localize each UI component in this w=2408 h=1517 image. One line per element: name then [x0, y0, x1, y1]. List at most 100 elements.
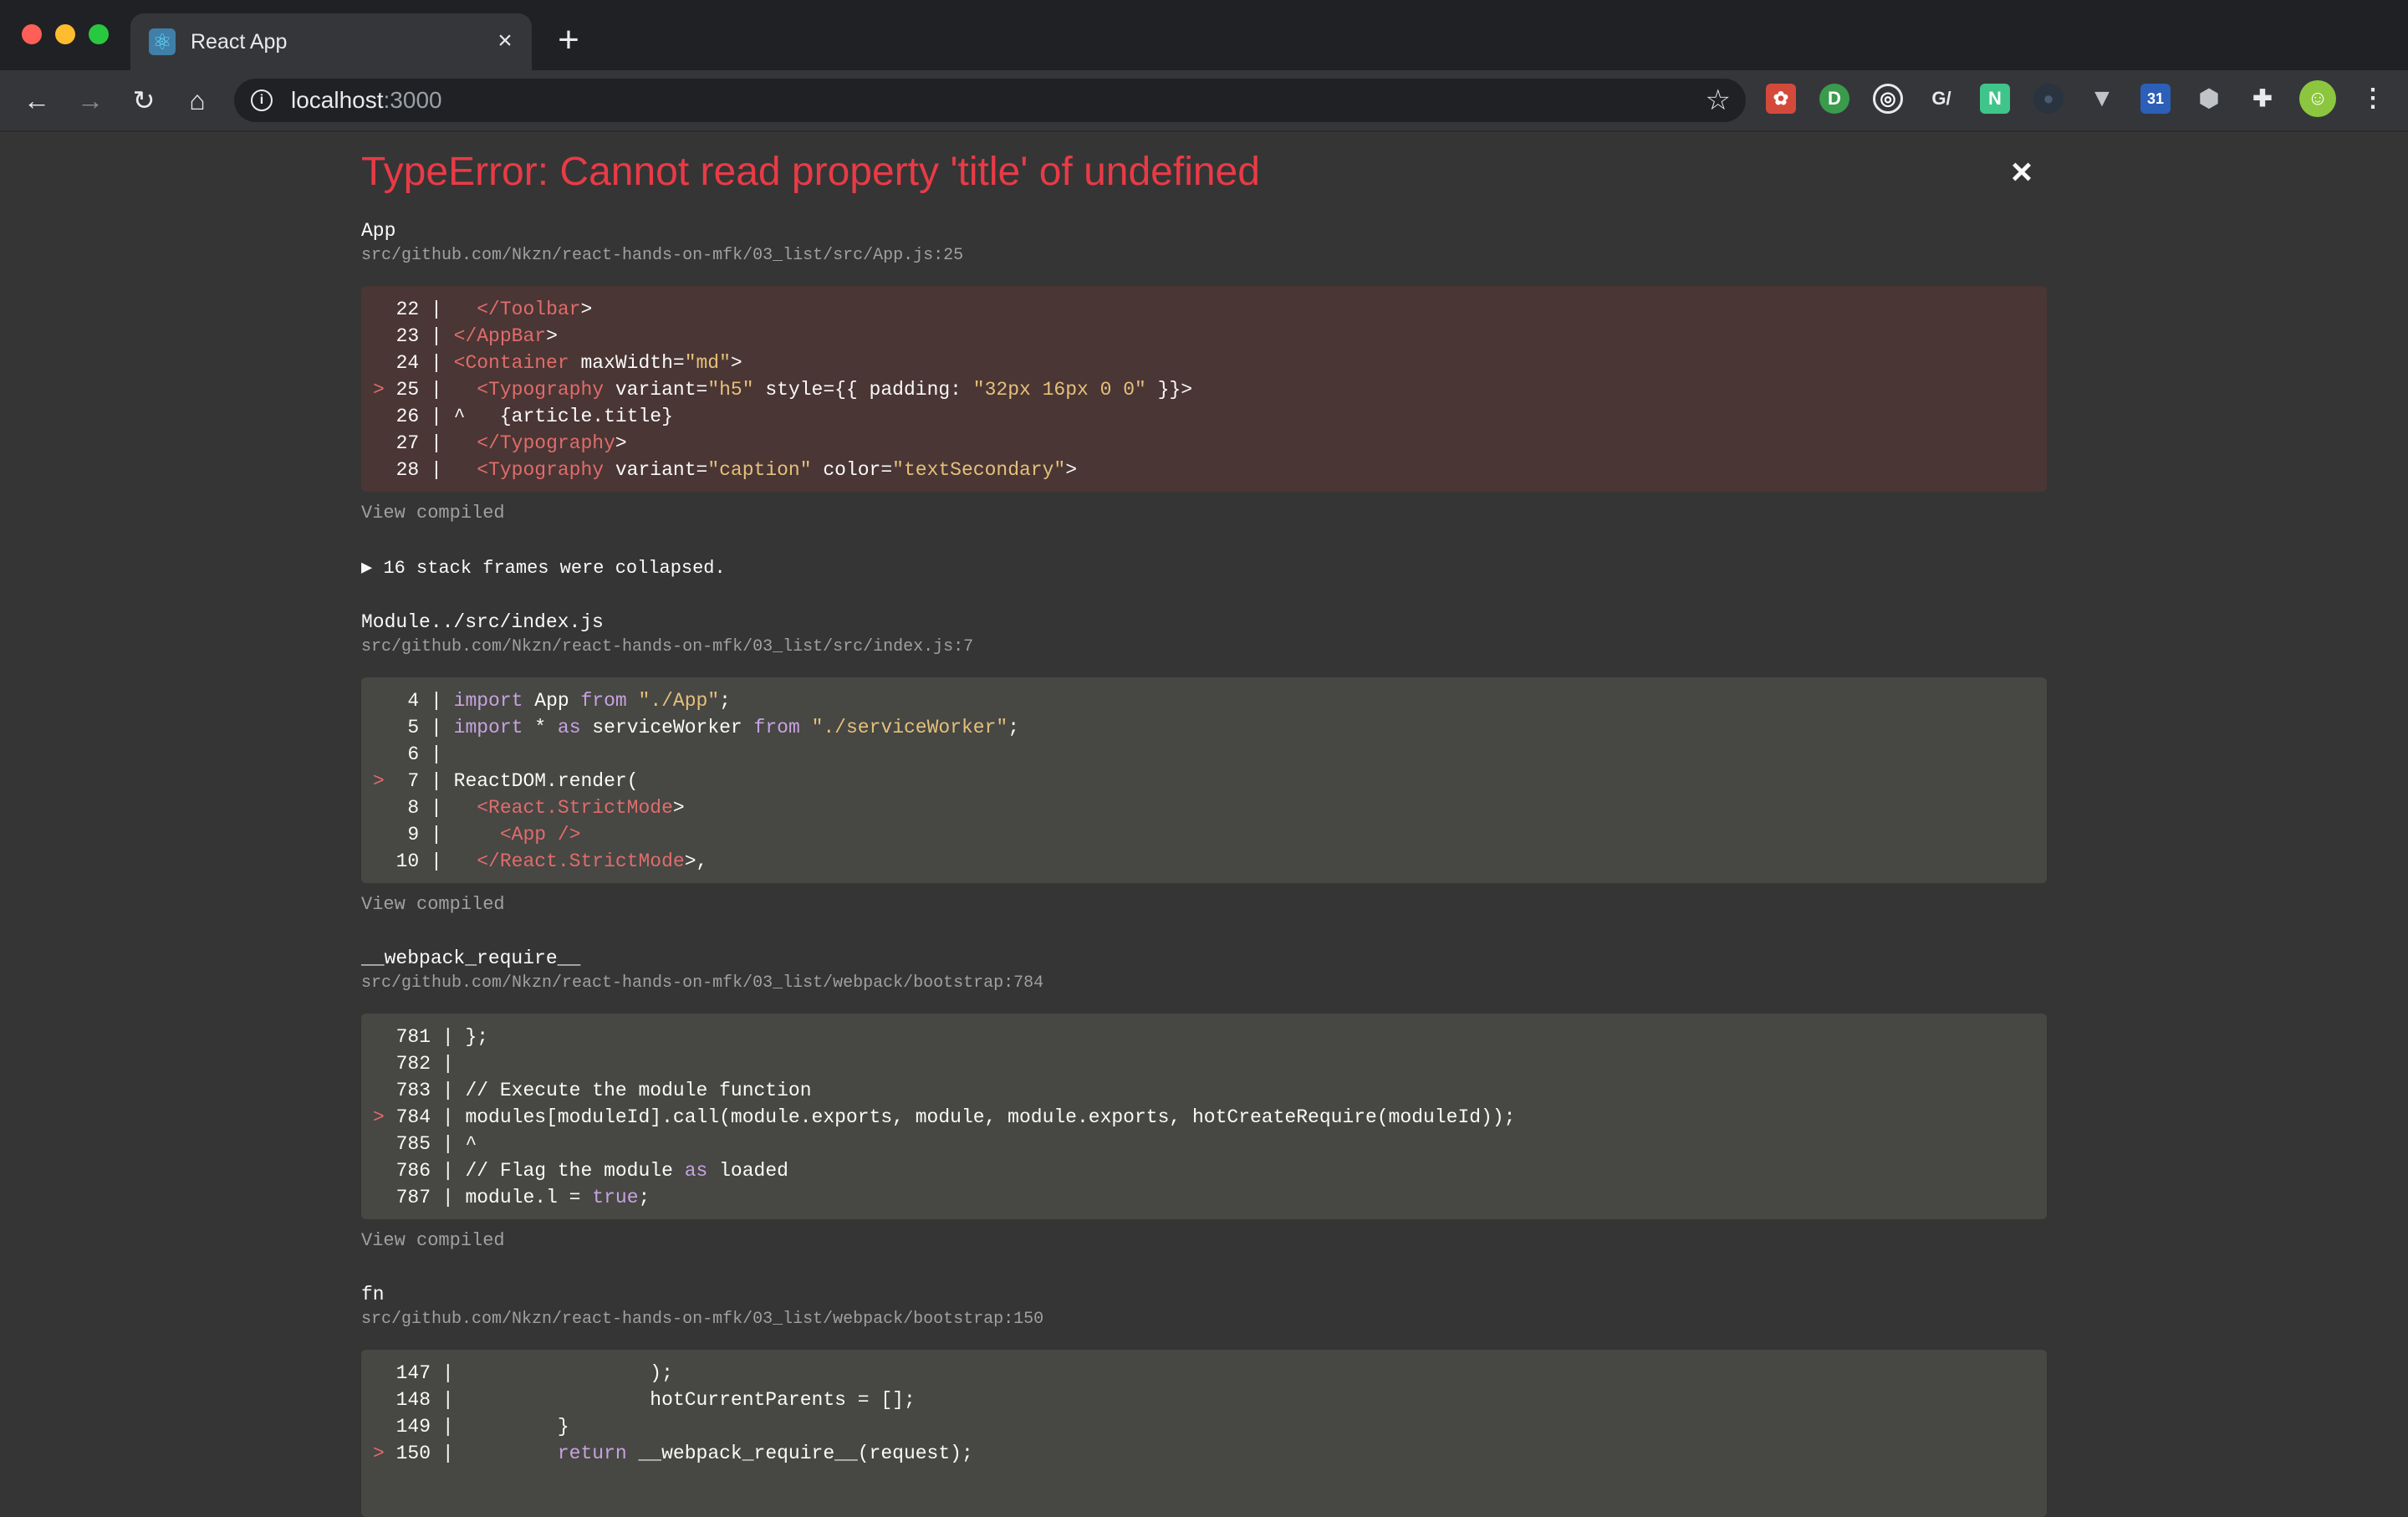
frame-function-name: __webpack_require__ — [361, 947, 581, 969]
line-marker — [373, 717, 396, 738]
frame-function-name: Module../src/index.js — [361, 611, 604, 633]
address-bar[interactable]: i localhost:3000 ☆ — [234, 79, 1746, 122]
line-number: 26 — [395, 406, 420, 427]
line-number: 22 — [395, 299, 420, 320]
code-line: 4 | import App from "./App"; — [373, 687, 2035, 714]
line-marker — [373, 459, 396, 481]
frame-location[interactable]: src/github.com/Nkzn/react-hands-on-mfk/0… — [361, 244, 963, 268]
puzzle-icon[interactable]: ✚ — [2247, 84, 2278, 114]
line-code: return __webpack_require__(request); — [557, 1443, 973, 1464]
line-code: </Typography> — [477, 432, 627, 454]
line-code: // Execute the module function — [465, 1080, 812, 1101]
view-compiled-link[interactable]: View compiled — [361, 1228, 505, 1254]
line-code: hotCurrentParents = []; — [465, 1389, 916, 1411]
line-number: 784 — [395, 1106, 431, 1128]
ext-green-d-icon[interactable]: D — [1819, 84, 1849, 114]
react-logo-icon: ⚛ — [149, 28, 176, 55]
line-code: ReactDOM.render( — [453, 770, 639, 792]
code-line: 10 | </React.StrictMode>, — [373, 848, 2035, 875]
ext-dark-circle-icon[interactable]: ● — [2033, 84, 2064, 114]
line-marker — [373, 432, 396, 454]
code-line-highlighted: > 25 | <Typography variant="h5" style={{… — [373, 379, 1193, 401]
line-marker — [373, 1080, 396, 1101]
line-code: // Flag the module as loaded — [465, 1160, 788, 1182]
line-number: 150 — [395, 1443, 431, 1464]
menu-kebab-icon[interactable]: ⋮ — [2358, 84, 2388, 114]
code-line: 27 | </Typography> — [373, 430, 2035, 457]
line-marker: > — [373, 1106, 396, 1128]
info-icon[interactable]: i — [251, 89, 273, 111]
ext-cube-icon[interactable]: ⬢ — [2194, 84, 2224, 114]
forward-arrow-icon[interactable]: → — [74, 84, 107, 117]
ext-notion-n-icon[interactable]: N — [1980, 84, 2010, 114]
code-line: 22 | </Toolbar> — [373, 296, 2035, 323]
line-marker — [373, 406, 396, 427]
line-number: 24 — [395, 352, 420, 374]
frame-function-name: fn — [361, 1284, 385, 1305]
line-marker: > — [373, 379, 396, 401]
code-line: 148 | hotCurrentParents = []; — [373, 1387, 2035, 1413]
frame-location[interactable]: src/github.com/Nkzn/react-hands-on-mfk/0… — [361, 636, 973, 659]
ext-red-icon[interactable]: ✿ — [1766, 84, 1796, 114]
code-line-highlighted: > 150 | return __webpack_require__(reque… — [373, 1443, 973, 1464]
line-marker — [373, 1133, 396, 1155]
close-window-button[interactable] — [22, 24, 42, 44]
code-line: 9 | <App /> — [373, 821, 2035, 848]
line-marker — [373, 1187, 396, 1208]
browser-tab[interactable]: ⚛ React App × — [130, 13, 532, 70]
line-number: 783 — [395, 1080, 431, 1101]
code-line: 23 | </AppBar> — [373, 323, 2035, 350]
line-number: 785 — [395, 1133, 431, 1155]
line-number: 23 — [395, 325, 420, 347]
line-code: <Container maxWidth="md"> — [453, 352, 742, 374]
line-marker — [373, 1389, 396, 1411]
collapsed-frames-toggle[interactable]: ▶ 16 stack frames were collapsed. — [361, 555, 726, 582]
line-marker: > — [373, 770, 396, 792]
code-line: 786 | // Flag the module as loaded — [373, 1157, 2035, 1184]
frame-location[interactable]: src/github.com/Nkzn/react-hands-on-mfk/0… — [361, 972, 1043, 995]
profile-avatar-icon[interactable]: ☺ — [2299, 80, 2336, 117]
error-title: TypeError: Cannot read property 'title' … — [361, 150, 1260, 194]
bookmark-star-icon[interactable]: ☆ — [1706, 85, 1731, 115]
url-port: :3000 — [383, 87, 442, 113]
line-number: 4 — [395, 690, 420, 712]
line-code: import * as serviceWorker from "./servic… — [453, 717, 1020, 738]
line-number: 7 — [395, 770, 420, 792]
code-line: 147 | ); — [373, 1360, 2035, 1387]
ext-target-icon[interactable]: ◎ — [1873, 84, 1903, 114]
url-host: localhost — [291, 87, 384, 113]
line-marker — [373, 325, 396, 347]
line-number: 28 — [395, 459, 420, 481]
line-marker — [373, 1416, 396, 1438]
code-line: 781 | }; — [373, 1024, 2035, 1050]
ext-g-icon[interactable]: G/ — [1926, 84, 1956, 114]
code-line: 5 | import * as serviceWorker from "./se… — [373, 714, 2035, 741]
maximize-window-button[interactable] — [89, 24, 109, 44]
line-number: 25 — [395, 379, 420, 401]
view-compiled-link[interactable]: View compiled — [361, 500, 505, 527]
tab-close-icon[interactable]: × — [492, 28, 518, 54]
ext-v-icon[interactable]: ▼ — [2087, 84, 2117, 114]
view-compiled-link[interactable]: View compiled — [361, 891, 505, 918]
frame-location[interactable]: src/github.com/Nkzn/react-hands-on-mfk/0… — [361, 1308, 1043, 1331]
code-line-highlighted: > 784 | modules[moduleId].call(module.ex… — [373, 1106, 1516, 1128]
code-block: 22 | </Toolbar> 23 | </AppBar> 24 | <Con… — [361, 286, 2047, 492]
line-marker — [373, 797, 396, 819]
line-marker — [373, 1160, 396, 1182]
new-tab-button[interactable]: + — [552, 22, 585, 59]
url-text[interactable]: localhost:3000 — [291, 87, 442, 114]
reload-icon[interactable]: ↻ — [127, 84, 161, 117]
home-icon[interactable]: ⌂ — [181, 84, 214, 117]
line-marker — [373, 824, 396, 845]
ext-calendar-icon[interactable]: 31 — [2140, 84, 2171, 114]
error-overlay: TypeError: Cannot read property 'title' … — [361, 130, 2047, 1517]
line-number: 27 — [395, 432, 420, 454]
code-line-highlighted: > 7 | ReactDOM.render( — [373, 770, 639, 792]
line-number: 9 — [395, 824, 420, 845]
line-number: 787 — [395, 1187, 431, 1208]
minimize-window-button[interactable] — [55, 24, 75, 44]
back-arrow-icon[interactable]: ← — [20, 84, 54, 117]
close-overlay-button[interactable]: × — [2005, 154, 2038, 191]
code-line: 149 | } — [373, 1413, 2035, 1440]
line-number: 782 — [395, 1053, 431, 1075]
